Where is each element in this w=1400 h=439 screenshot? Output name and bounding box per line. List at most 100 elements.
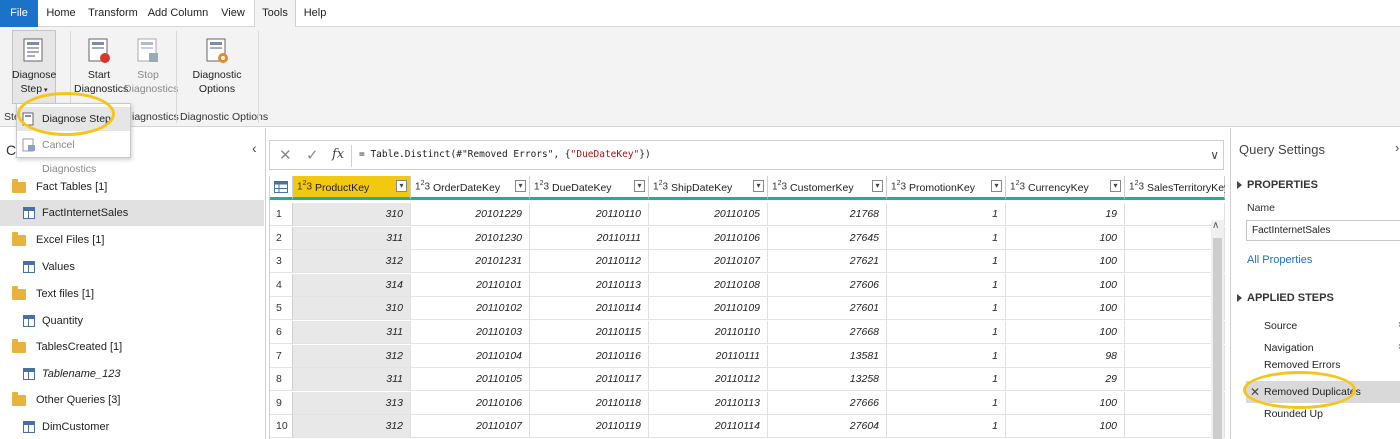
table-cell[interactable] bbox=[1125, 391, 1225, 415]
menu-item-diagnose-step[interactable]: Diagnose Step bbox=[17, 107, 130, 131]
table-cell[interactable]: 27666 bbox=[768, 391, 887, 415]
table-cell[interactable]: 20110114 bbox=[530, 297, 649, 321]
column-header[interactable]: 123 SalesTerritoryKey bbox=[1125, 176, 1225, 200]
table-cell[interactable]: 20110109 bbox=[649, 297, 768, 321]
query-name-input[interactable]: FactInternetSales bbox=[1246, 220, 1400, 241]
whole-number-type-icon[interactable]: 123 bbox=[891, 180, 906, 192]
query-item-factinternetsales[interactable]: FactInternetSales bbox=[0, 200, 264, 226]
table-cell[interactable]: 27668 bbox=[768, 321, 887, 344]
table-cell[interactable]: 20110113 bbox=[530, 273, 649, 297]
commit-formula-icon[interactable]: ✓ bbox=[306, 146, 319, 164]
table-cell[interactable]: 20110119 bbox=[530, 415, 649, 439]
row-number[interactable]: 3 bbox=[270, 250, 293, 274]
table-cell[interactable]: 29 bbox=[1006, 368, 1125, 392]
whole-number-type-icon[interactable]: 123 bbox=[1129, 180, 1144, 192]
whole-number-type-icon[interactable]: 123 bbox=[1010, 180, 1025, 192]
table-cell[interactable]: 20110105 bbox=[649, 203, 768, 226]
applied-step-removed-duplicates[interactable]: ✕ Removed Duplicates bbox=[1246, 381, 1400, 403]
whole-number-type-icon[interactable]: 123 bbox=[534, 180, 549, 192]
table-cell[interactable] bbox=[1125, 321, 1225, 344]
table-cell[interactable]: 100 bbox=[1006, 321, 1125, 344]
table-cell[interactable]: 100 bbox=[1006, 250, 1125, 274]
table-cell[interactable]: 27606 bbox=[768, 273, 887, 297]
table-cell[interactable]: 311 bbox=[293, 226, 411, 250]
table-cell[interactable]: 13258 bbox=[768, 368, 887, 392]
filter-dropdown-icon[interactable]: ▾ bbox=[396, 180, 407, 192]
table-cell[interactable]: 310 bbox=[293, 203, 411, 226]
table-cell[interactable]: 1 bbox=[887, 368, 1006, 392]
table-menu-button[interactable] bbox=[270, 176, 293, 200]
table-cell[interactable]: 20110103 bbox=[411, 321, 530, 344]
filter-dropdown-icon[interactable]: ▾ bbox=[634, 180, 645, 192]
scrollbar-thumb[interactable] bbox=[1213, 238, 1222, 439]
cancel-formula-icon[interactable]: ✕ bbox=[279, 146, 292, 164]
table-cell[interactable] bbox=[1125, 250, 1225, 274]
close-pane-icon[interactable]: › bbox=[1395, 140, 1399, 155]
query-item-quantity[interactable]: Quantity bbox=[0, 308, 264, 334]
table-cell[interactable] bbox=[1125, 368, 1225, 392]
filter-dropdown-icon[interactable]: ▾ bbox=[753, 180, 764, 192]
applied-step-navigation[interactable]: Navigation ✱ bbox=[1246, 337, 1400, 359]
table-cell[interactable] bbox=[1125, 415, 1225, 439]
table-cell[interactable]: 20110107 bbox=[649, 250, 768, 274]
table-cell[interactable]: 21768 bbox=[768, 203, 887, 226]
table-cell[interactable]: 20110101 bbox=[411, 273, 530, 297]
column-header[interactable]: 123 CurrencyKey ▾ bbox=[1006, 176, 1125, 200]
tab-help[interactable]: Help bbox=[298, 0, 332, 27]
row-number[interactable]: 4 bbox=[270, 273, 293, 297]
table-cell[interactable]: 312 bbox=[293, 250, 411, 274]
table-cell[interactable]: 13581 bbox=[768, 344, 887, 368]
column-header[interactable]: 123 DueDateKey ▾ bbox=[530, 176, 649, 200]
table-cell[interactable]: 100 bbox=[1006, 273, 1125, 297]
table-cell[interactable]: 312 bbox=[293, 415, 411, 439]
table-cell[interactable]: 20110118 bbox=[530, 391, 649, 415]
table-cell[interactable]: 20110112 bbox=[649, 368, 768, 392]
table-cell[interactable]: 20110102 bbox=[411, 297, 530, 321]
table-cell[interactable]: 100 bbox=[1006, 226, 1125, 250]
collapse-pane-chevron-icon[interactable]: ‹ bbox=[252, 140, 257, 156]
table-cell[interactable]: 20110110 bbox=[649, 321, 768, 344]
applied-step-rounded-up[interactable]: Rounded Up bbox=[1246, 403, 1400, 425]
table-cell[interactable]: 1 bbox=[887, 415, 1006, 439]
start-diagnostics-button[interactable]: Start Diagnostics bbox=[74, 37, 128, 96]
table-cell[interactable] bbox=[1125, 273, 1225, 297]
table-cell[interactable]: 20101229 bbox=[411, 203, 530, 226]
whole-number-type-icon[interactable]: 123 bbox=[772, 180, 787, 192]
query-folder-tablescreated[interactable]: TablesCreated [1] bbox=[0, 334, 264, 360]
expand-formula-chevron-icon[interactable]: ∨ bbox=[1210, 148, 1219, 162]
tab-transform[interactable]: Transform bbox=[84, 0, 142, 27]
formula-input[interactable]: = Table.Distinct(#"Removed Errors", {"Du… bbox=[359, 149, 651, 160]
tab-add-column[interactable]: Add Column bbox=[144, 0, 212, 27]
column-header[interactable]: 123 CustomerKey ▾ bbox=[768, 176, 887, 200]
table-cell[interactable]: 312 bbox=[293, 344, 411, 368]
table-cell[interactable]: 20110115 bbox=[530, 321, 649, 344]
row-number[interactable]: 10 bbox=[270, 415, 293, 439]
table-cell[interactable]: 1 bbox=[887, 226, 1006, 250]
table-cell[interactable]: 20110111 bbox=[530, 226, 649, 250]
table-cell[interactable]: 27604 bbox=[768, 415, 887, 439]
row-number[interactable]: 7 bbox=[270, 344, 293, 368]
table-cell[interactable] bbox=[1125, 226, 1225, 250]
table-cell[interactable]: 20110107 bbox=[411, 415, 530, 439]
query-folder-fact-tables[interactable]: Fact Tables [1] bbox=[0, 174, 264, 200]
row-number[interactable]: 9 bbox=[270, 391, 293, 415]
filter-dropdown-icon[interactable]: ▾ bbox=[872, 180, 883, 192]
table-cell[interactable]: 20110114 bbox=[649, 415, 768, 439]
query-folder-excel-files[interactable]: Excel Files [1] bbox=[0, 227, 264, 253]
table-cell[interactable]: 27645 bbox=[768, 226, 887, 250]
row-number[interactable]: 8 bbox=[270, 368, 293, 392]
stop-diagnostics-button[interactable]: Stop Diagnostics bbox=[124, 37, 178, 96]
table-cell[interactable]: 20110110 bbox=[530, 203, 649, 226]
table-cell[interactable]: 1 bbox=[887, 344, 1006, 368]
query-item-values[interactable]: Values bbox=[0, 254, 264, 280]
filter-dropdown-icon[interactable]: ▾ bbox=[515, 180, 526, 192]
table-cell[interactable]: 1 bbox=[887, 391, 1006, 415]
table-cell[interactable]: 310 bbox=[293, 297, 411, 321]
table-cell[interactable]: 20110106 bbox=[411, 391, 530, 415]
table-cell[interactable]: 20110117 bbox=[530, 368, 649, 392]
query-folder-text-files[interactable]: Text files [1] bbox=[0, 281, 264, 307]
tab-home[interactable]: Home bbox=[40, 0, 82, 27]
table-cell[interactable]: 1 bbox=[887, 250, 1006, 274]
filter-dropdown-icon[interactable]: ▾ bbox=[1110, 180, 1121, 192]
table-cell[interactable]: 20110104 bbox=[411, 344, 530, 368]
